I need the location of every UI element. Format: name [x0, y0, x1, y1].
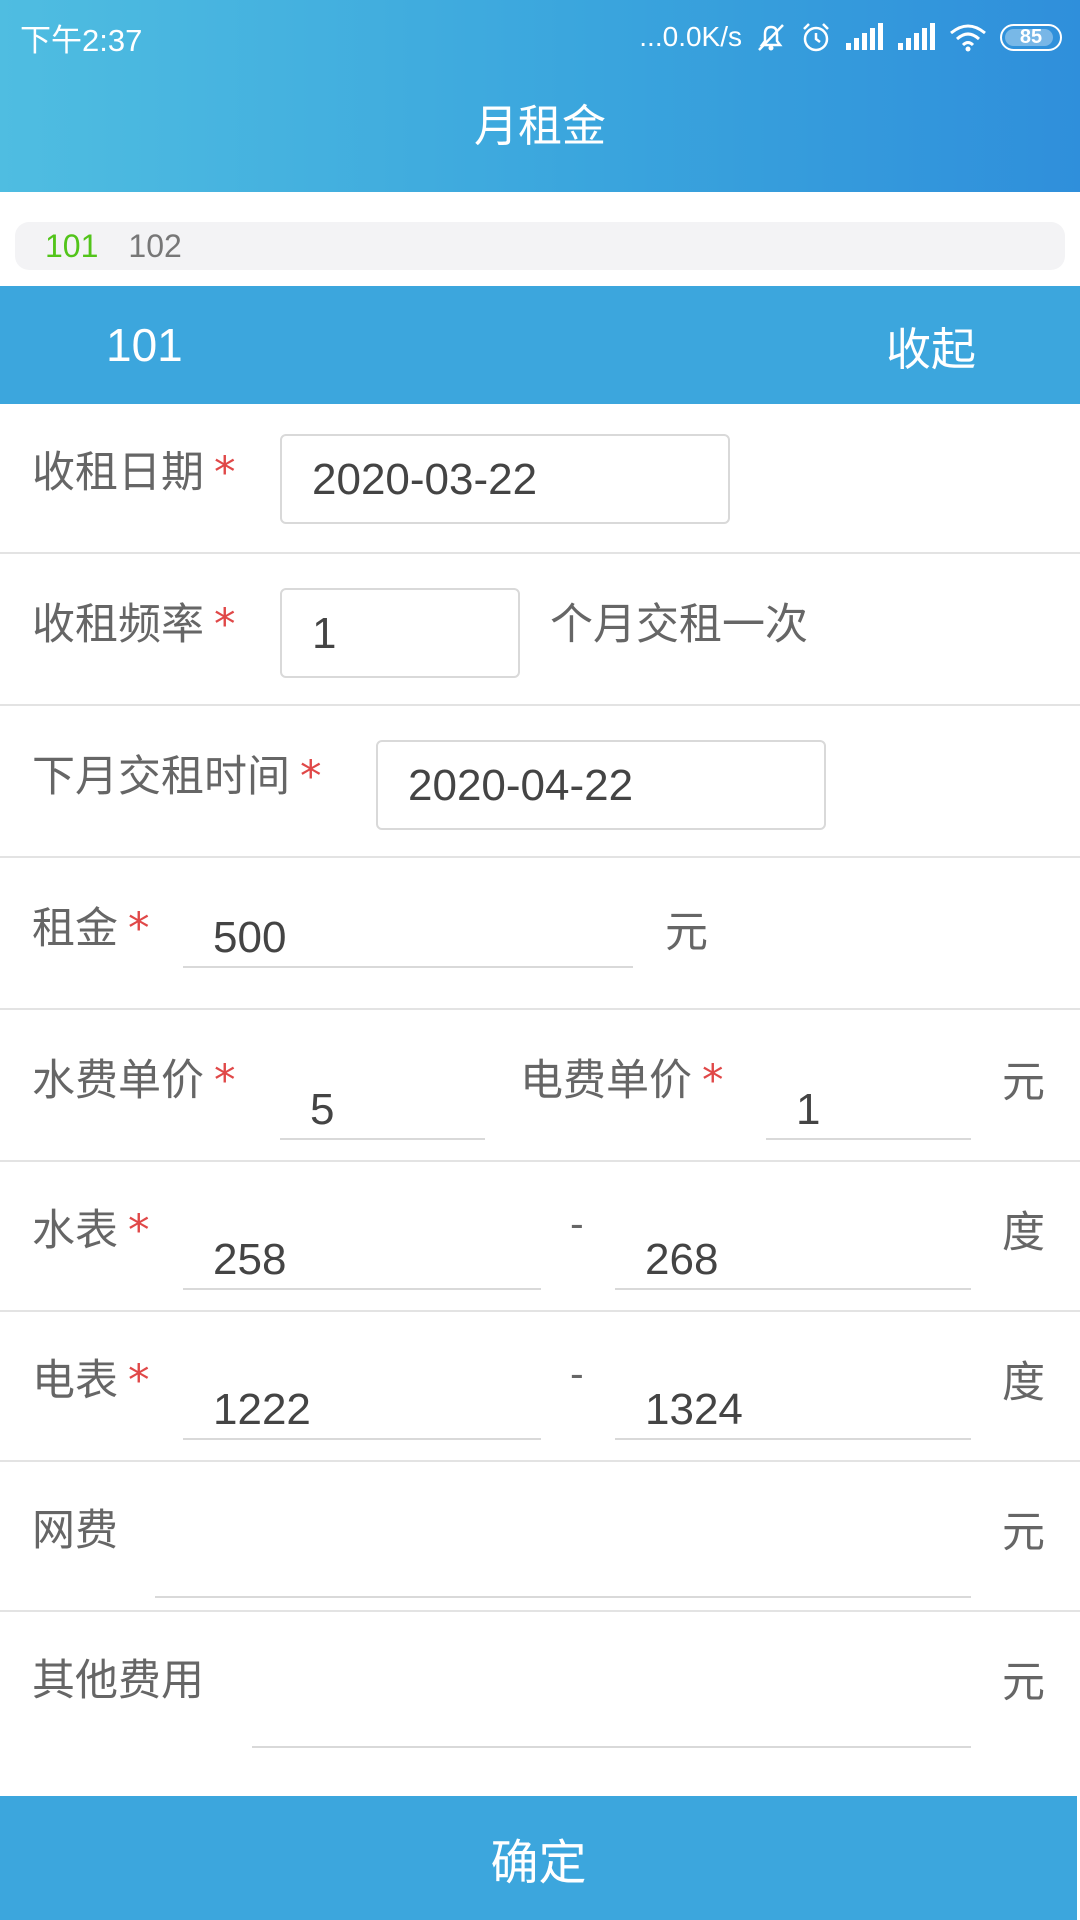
tab-room-101[interactable]: 101 — [45, 228, 98, 265]
water-meter-start-input[interactable]: 258 — [183, 1220, 541, 1290]
other-fees-row: 其他费用 元 — [0, 1612, 1080, 1762]
electric-meter-row: 电表 * 1222 - 1324 度 — [0, 1312, 1080, 1462]
required-mark: * — [128, 1356, 150, 1406]
app-header: 下午2:37 ...0.0K/s 85 月租金 — [0, 0, 1080, 192]
frequency-label: 收租频率 * — [32, 600, 236, 650]
next-date-label: 下月交租时间 * — [32, 752, 322, 802]
room-tabs: 101 102 — [15, 222, 1065, 270]
electric-meter-unit: 度 — [1002, 1358, 1045, 1408]
internet-fee-row: 网费 元 — [0, 1462, 1080, 1612]
rent-row: 租金 * 500 元 — [0, 860, 1080, 1010]
rent-date-label: 收租日期 * — [32, 448, 236, 498]
other-fees-unit: 元 — [1002, 1658, 1045, 1708]
signal-strength-2-icon — [898, 23, 935, 50]
electric-price-label: 电费单价 * — [520, 1056, 724, 1106]
status-bar: 下午2:37 ...0.0K/s 85 — [0, 0, 1080, 74]
required-mark: * — [214, 448, 236, 498]
water-meter-end-input[interactable]: 268 — [615, 1220, 971, 1290]
signal-strength-icon — [846, 23, 883, 50]
battery-icon: 85 — [1000, 23, 1062, 51]
alarm-clock-icon — [803, 23, 829, 52]
next-date-input[interactable]: 2020-04-22 — [376, 740, 826, 830]
range-separator: - — [570, 1352, 584, 1396]
next-date-row: 下月交租时间 * 2020-04-22 — [0, 708, 1080, 858]
water-meter-label: 水表 * — [32, 1206, 150, 1256]
required-mark: * — [702, 1056, 724, 1106]
rent-label: 租金 * — [32, 904, 150, 954]
range-separator: - — [570, 1202, 584, 1246]
internet-fee-unit: 元 — [1002, 1508, 1045, 1558]
electric-price-input[interactable]: 1 — [766, 1070, 971, 1140]
collapse-button[interactable]: 收起 — [886, 313, 976, 378]
frequency-suffix: 个月交租一次 — [550, 600, 808, 650]
frequency-row: 收租频率 * 1 个月交租一次 — [0, 556, 1080, 706]
electric-meter-label: 电表 * — [32, 1356, 150, 1406]
utility-price-row: 水费单价 * 5 电费单价 * 1 元 — [0, 1012, 1080, 1162]
internet-fee-input[interactable] — [155, 1528, 971, 1598]
electric-meter-start-input[interactable]: 1222 — [183, 1370, 541, 1440]
network-speed: ...0.0K/s — [639, 21, 742, 52]
mute-bell-icon — [758, 24, 784, 51]
tab-room-102[interactable]: 102 — [128, 228, 181, 265]
water-price-label: 水费单价 * — [32, 1056, 236, 1106]
water-meter-unit: 度 — [1002, 1208, 1045, 1258]
internet-fee-label: 网费 — [32, 1506, 118, 1556]
water-price-input[interactable]: 5 — [280, 1070, 485, 1140]
section-room-label: 101 — [106, 319, 183, 371]
required-mark: * — [300, 752, 322, 802]
rent-date-row: 收租日期 * 2020-03-22 — [0, 404, 1080, 554]
rent-date-input[interactable]: 2020-03-22 — [280, 434, 730, 524]
rent-unit: 元 — [665, 908, 708, 958]
frequency-input[interactable]: 1 — [280, 588, 520, 678]
room-section-header: 101 收起 — [0, 286, 1080, 404]
required-mark: * — [214, 1056, 236, 1106]
required-mark: * — [128, 1206, 150, 1256]
other-fees-input[interactable] — [252, 1678, 971, 1748]
battery-level: 85 — [1019, 25, 1043, 48]
rent-input[interactable]: 500 — [183, 898, 633, 968]
confirm-button[interactable]: 确定 — [0, 1796, 1077, 1920]
status-time: 下午2:37 — [20, 22, 143, 58]
wifi-icon — [950, 24, 986, 52]
electric-meter-end-input[interactable]: 1324 — [615, 1370, 971, 1440]
price-unit: 元 — [1002, 1058, 1045, 1108]
page-title: 月租金 — [474, 101, 606, 152]
other-fees-label: 其他费用 — [32, 1656, 204, 1706]
status-icons: ...0.0K/s 85 — [639, 20, 1062, 54]
water-meter-row: 水表 * 258 - 268 度 — [0, 1162, 1080, 1312]
required-mark: * — [214, 600, 236, 650]
required-mark: * — [128, 904, 150, 954]
